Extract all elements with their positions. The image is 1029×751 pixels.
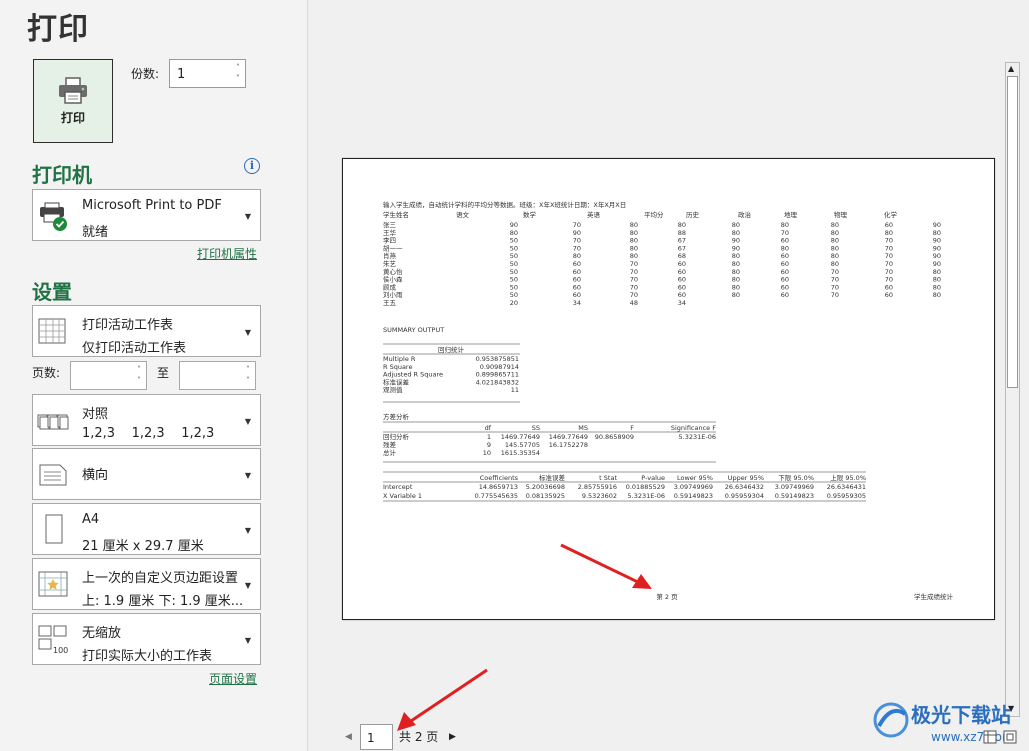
current-page-value: 1	[367, 731, 375, 745]
annotation-arrows	[397, 543, 652, 731]
prev-page-arrow[interactable]: ◀	[345, 732, 352, 742]
watermark-text: 极光下载站	[911, 703, 1011, 727]
next-page-arrow[interactable]: ▶	[449, 732, 456, 742]
page-number-input[interactable]: 1	[360, 724, 393, 750]
total-pages-label: 共 2 页	[399, 730, 439, 744]
show-margins-icon[interactable]	[1003, 730, 1017, 744]
watermark-url: www.xz7.com	[931, 730, 1014, 744]
zoom-to-page-icon[interactable]	[983, 730, 997, 744]
